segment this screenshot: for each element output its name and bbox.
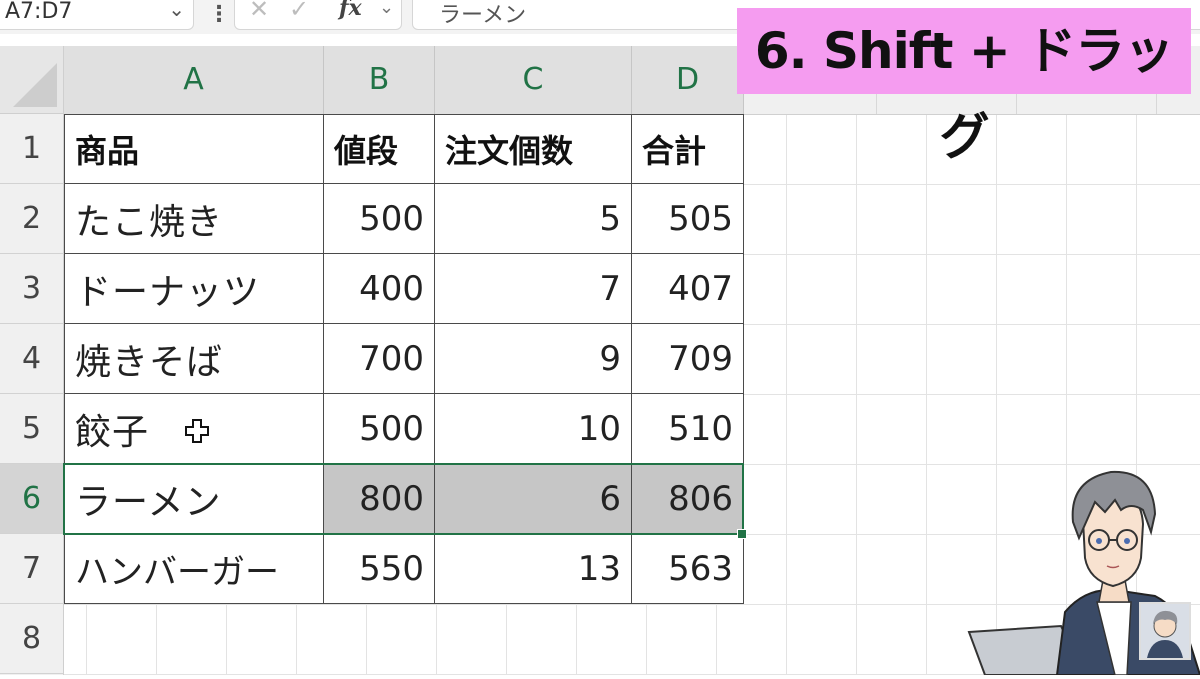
cell-text: 焼きそば [75,341,224,383]
cell-text: 商品 [75,132,140,170]
cell-text: 800 [359,478,424,519]
row-header-3[interactable]: 3 [0,254,64,324]
confirm-icon[interactable]: ✓ [289,0,309,23]
cell-a3[interactable]: ドーナッツ [64,254,324,324]
cell-b3[interactable]: 400 [324,254,435,324]
cell-text: 407 [668,268,733,309]
cell-a6[interactable]: ラーメン [64,464,324,534]
cell-a4[interactable]: 焼きそば [64,324,324,394]
cell-b6[interactable]: 800 [324,464,435,534]
fill-handle[interactable] [737,529,747,539]
cell-text: 9 [599,338,621,379]
cell-d1[interactable]: 合計 [632,114,744,184]
cell-text: 550 [359,548,424,589]
cell-c1[interactable]: 注文個数 [435,114,632,184]
cell-text: 餃子 [75,411,150,453]
select-all-triangle-icon [13,63,57,107]
cell-text: 13 [577,548,621,589]
cell-text: 値段 [334,132,399,170]
cell-text: 806 [668,478,733,519]
cell-text: 500 [359,408,424,449]
cell-text: ドーナッツ [75,271,261,313]
cell-text: ラーメン [75,481,222,523]
cell-text: 709 [668,338,733,379]
cell-text: 400 [359,268,424,309]
row-header-8[interactable]: 8 [0,604,64,674]
cell-c4[interactable]: 9 [435,324,632,394]
column-header-a[interactable]: A [64,46,324,114]
cell-text: 510 [668,408,733,449]
cell-d3[interactable]: 407 [632,254,744,324]
cell-b7[interactable]: 550 [324,534,435,604]
cell-text: 505 [668,198,733,239]
more-options-icon[interactable]: ⋮ [208,2,230,27]
cell-text: たこ焼き [75,201,224,243]
cell-b1[interactable]: 値段 [324,114,435,184]
cell-c7[interactable]: 13 [435,534,632,604]
chevron-down-icon[interactable]: ⌄ [379,0,394,18]
cell-a2[interactable]: たこ焼き [64,184,324,254]
row-header-2[interactable]: 2 [0,184,64,254]
cell-text: 563 [668,548,733,589]
column-header-b[interactable]: B [324,46,435,114]
cell-c2[interactable]: 5 [435,184,632,254]
column-header-c[interactable]: C [435,46,632,114]
insert-function-button[interactable]: fx [339,0,362,21]
cell-text: 6 [599,478,621,519]
cell-d2[interactable]: 505 [632,184,744,254]
caption-banner: 6. Shift + ドラッグ [737,8,1191,166]
row-header-5[interactable]: 5 [0,394,64,464]
formula-value: ラーメン [439,3,527,28]
cell-d7[interactable]: 563 [632,534,744,604]
cell-text: ハンバーガー [75,552,279,592]
name-box[interactable]: A7:D7 ⌄ [0,0,194,30]
cell-c5[interactable]: 10 [435,394,632,464]
name-box-value: A7:D7 [5,0,73,24]
cell-text: 5 [599,198,621,239]
cell-text: 10 [577,408,621,449]
presenter-thumbnail [1139,602,1191,660]
select-all-corner[interactable] [0,46,64,114]
cell-a7[interactable]: ハンバーガー [64,534,324,604]
cell-d6[interactable]: 806 [632,464,744,534]
cell-b5[interactable]: 500 [324,394,435,464]
caption-text: 6. Shift + ドラッグ [754,22,1174,166]
column-header-d[interactable]: D [632,46,744,114]
cell-text: 注文個数 [445,132,574,170]
cell-b2[interactable]: 500 [324,184,435,254]
row-header-4[interactable]: 4 [0,324,64,394]
move-cursor-icon [184,418,210,450]
cell-a1[interactable]: 商品 [64,114,324,184]
row-header-7[interactable]: 7 [0,534,64,604]
cell-c6[interactable]: 6 [435,464,632,534]
formula-buttons: ✕ ✓ fx ⌄ [234,0,402,30]
cell-c3[interactable]: 7 [435,254,632,324]
cell-d4[interactable]: 709 [632,324,744,394]
cell-text: 700 [359,338,424,379]
cell-text: 7 [599,268,621,309]
cancel-icon[interactable]: ✕ [249,0,269,23]
row-header-6[interactable]: 6 [0,464,64,534]
row-header-1[interactable]: 1 [0,114,64,184]
chevron-down-icon[interactable]: ⌄ [168,0,185,21]
cell-text: 500 [359,198,424,239]
cell-b4[interactable]: 700 [324,324,435,394]
cell-text: 合計 [642,132,707,170]
cell-d5[interactable]: 510 [632,394,744,464]
